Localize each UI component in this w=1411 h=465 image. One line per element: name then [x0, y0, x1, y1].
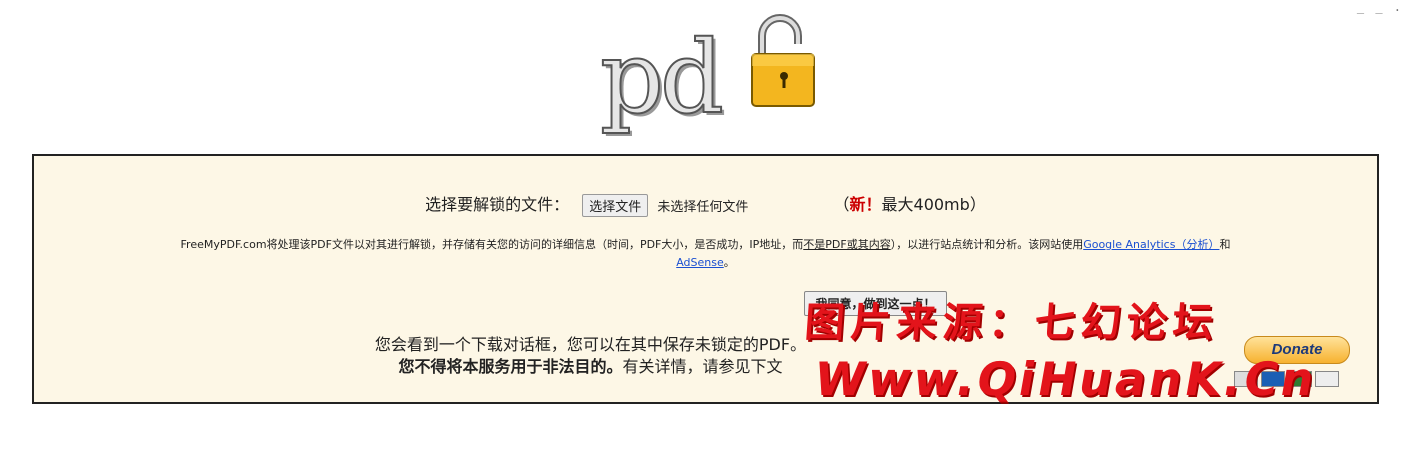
select-file-label: 选择要解锁的文件： [425, 195, 570, 214]
pdf-logo: pd [599, 10, 820, 136]
corner-mark: _ _ . [1356, 0, 1403, 14]
adsense-link[interactable]: AdSense [676, 256, 724, 269]
privacy-underlined: 不是PDF或其内容 [803, 238, 891, 251]
upload-row: 选择要解锁的文件： 选择文件 未选择任何文件 （新！最大400mb） [34, 191, 1377, 217]
choose-file-button[interactable]: 选择文件 [582, 194, 649, 217]
logo-text: pd [599, 19, 725, 136]
watermark-line1: 图片来源：七幻论坛 [803, 300, 1221, 346]
legal-warning: 您不得将本服务用于非法目的。 [398, 357, 623, 376]
privacy-notice: FreeMyPDF.com将处理该PDF文件以对其进行解锁，并存储有关您的访问的… [54, 236, 1357, 272]
privacy-end: 。 [723, 256, 735, 269]
limit-open: （ [833, 195, 850, 214]
privacy-and: 和 [1219, 238, 1231, 251]
size-limit-text: 最大400mb [881, 195, 970, 214]
card-icon [1315, 370, 1339, 387]
new-tag: 新！ [849, 195, 882, 214]
privacy-text-2: ），以进行站点统计和分析。该网站使用 [890, 238, 1084, 251]
padlock-icon [751, 14, 815, 107]
limit-close: ） [969, 195, 986, 214]
details-text: 有关详情，请参见下文 [622, 357, 783, 376]
watermark-line2: Www.QiHuanK.Cn [810, 352, 1322, 406]
google-analytics-link[interactable]: Google Analytics（分析） [1083, 238, 1219, 251]
file-status-text: 未选择任何文件 [657, 200, 749, 215]
privacy-text: FreeMyPDF.com将处理该PDF文件以对其进行解锁，并存储有关您的访问的… [180, 238, 804, 251]
